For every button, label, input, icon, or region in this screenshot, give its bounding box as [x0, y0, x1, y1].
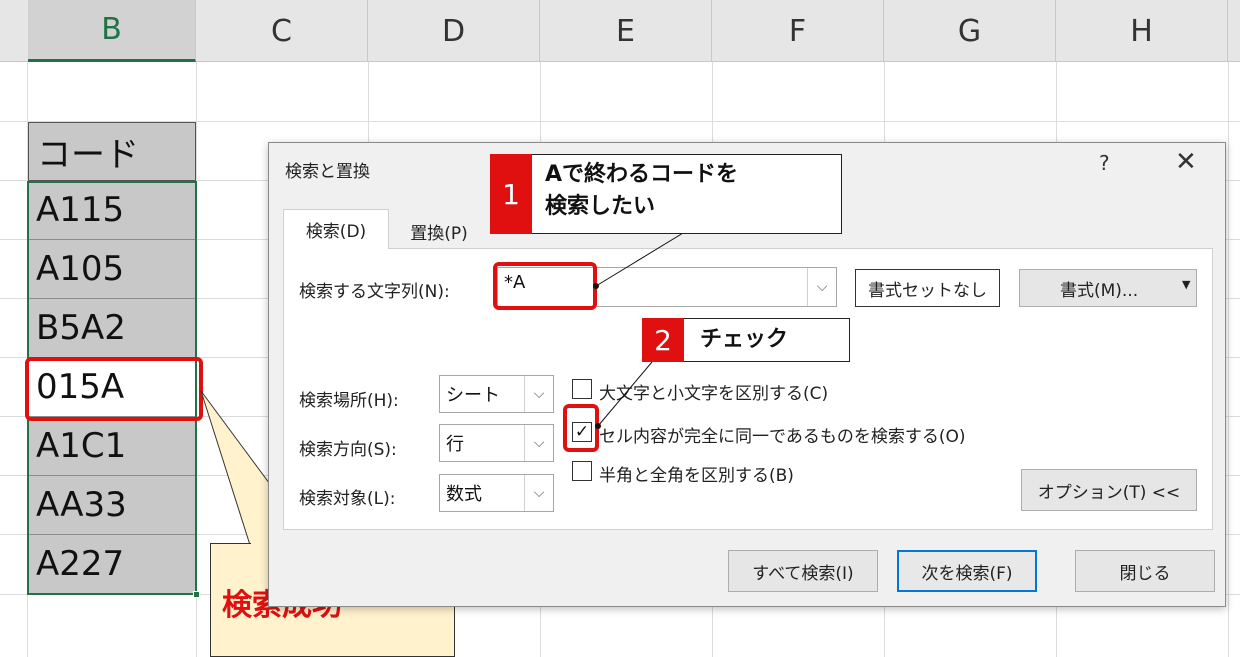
- callout-leader-lines: [593, 229, 689, 429]
- callout-1-text-line2: 検索したい: [545, 194, 656, 219]
- callout-2-number: 2: [642, 318, 684, 362]
- callout-1-number: 1: [490, 154, 532, 234]
- callout-1-text-line1: Aで終わるコードを: [545, 162, 739, 187]
- tab-find[interactable]: 検索(D): [283, 209, 389, 249]
- callout-2-text: チェック: [700, 327, 789, 352]
